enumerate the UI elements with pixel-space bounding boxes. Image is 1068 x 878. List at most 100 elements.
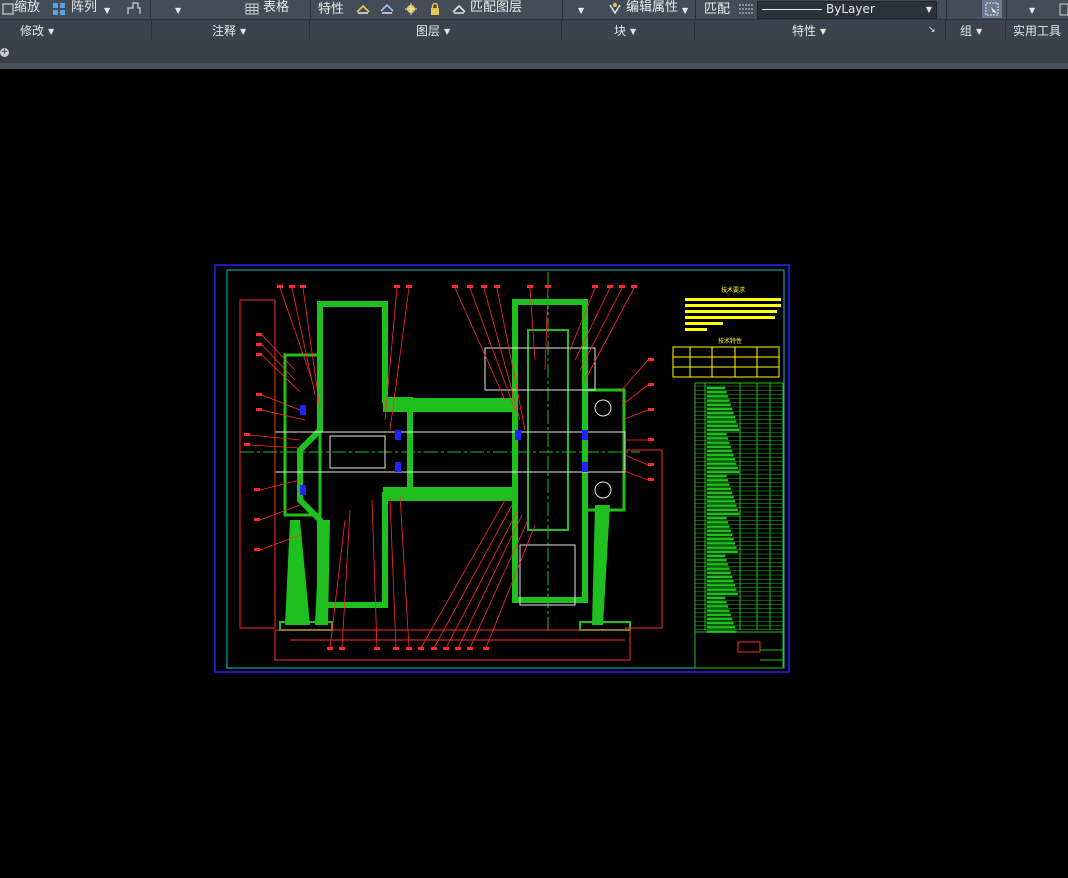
parts-row-text bbox=[706, 399, 730, 402]
annotate-dropdown-icon[interactable]: ▼ bbox=[175, 3, 181, 19]
layer-state-icon[interactable] bbox=[356, 1, 370, 15]
linetype-dropdown[interactable]: ByLayer ▼ bbox=[757, 1, 937, 19]
parts-row-text bbox=[706, 508, 738, 512]
parts-row-text bbox=[706, 571, 731, 575]
parts-row-text bbox=[706, 504, 737, 507]
parts-row-text bbox=[706, 533, 733, 537]
linetype-value: ByLayer bbox=[826, 2, 875, 16]
parts-row-text bbox=[706, 491, 733, 495]
parts-row-text bbox=[706, 600, 727, 604]
group-select-icon[interactable] bbox=[982, 0, 1002, 18]
linetype-icon bbox=[738, 1, 753, 15]
layer-isolate-icon[interactable] bbox=[380, 1, 394, 15]
parts-row-text bbox=[706, 500, 736, 503]
parts-row-text bbox=[706, 428, 740, 432]
offset-icon[interactable] bbox=[126, 1, 141, 15]
parts-row-text bbox=[706, 386, 726, 390]
parts-row-text bbox=[706, 512, 740, 516]
tech-requirements-title: 技术要求 bbox=[721, 286, 745, 294]
clipboard-icon[interactable] bbox=[1059, 1, 1068, 16]
parts-row-text bbox=[706, 474, 727, 478]
parts-row-text bbox=[706, 567, 730, 570]
assembly-section bbox=[279, 299, 631, 631]
parts-row-text bbox=[706, 550, 738, 554]
parts-row-text bbox=[706, 609, 730, 612]
properties-launcher-icon[interactable]: ↘ bbox=[928, 25, 936, 35]
parts-row-text bbox=[706, 453, 734, 457]
parts-row-text bbox=[706, 626, 736, 629]
panel-modify[interactable]: 修改 ▼ bbox=[20, 22, 54, 39]
table-icon[interactable] bbox=[245, 1, 259, 15]
parts-row-text bbox=[706, 458, 736, 461]
parts-row-text bbox=[706, 542, 736, 545]
layer-freeze-icon[interactable] bbox=[404, 1, 418, 15]
match-layer-button[interactable]: 匹配图层 bbox=[470, 0, 522, 16]
panel-properties[interactable]: 特性 ▼ bbox=[792, 22, 826, 39]
panel-block[interactable]: 块 ▼ bbox=[614, 22, 636, 39]
array-button[interactable]: 阵列 bbox=[71, 0, 97, 16]
parts-row-text bbox=[706, 621, 734, 625]
panel-annotate[interactable]: 注释 ▼ bbox=[212, 22, 246, 39]
parts-row-text bbox=[706, 395, 729, 398]
parts-row-text bbox=[706, 546, 737, 549]
parts-row-text bbox=[706, 558, 727, 562]
parts-row-text bbox=[706, 588, 737, 591]
parts-row-text bbox=[706, 424, 738, 428]
edit-attribute-icon[interactable] bbox=[608, 1, 622, 15]
parts-row-text bbox=[706, 437, 729, 440]
block-dropdown-icon[interactable]: ▼ bbox=[578, 3, 584, 19]
parts-row-text bbox=[706, 521, 729, 524]
chevron-down-icon: ▼ bbox=[925, 5, 932, 14]
layer-properties-button[interactable]: 特性 bbox=[318, 2, 344, 18]
edit-attribute-dropdown-icon[interactable]: ▼ bbox=[682, 3, 688, 19]
parts-row-text bbox=[706, 575, 733, 579]
parts-row-text bbox=[706, 470, 740, 474]
parts-row-text bbox=[706, 416, 736, 419]
array-dropdown-icon[interactable]: ▼ bbox=[104, 3, 110, 19]
ribbon: 缩放 阵列 ▼ ▼ 表格 特性 匹配图层 ▼ 编辑属性 ▼ 匹配 ByLayer… bbox=[0, 0, 1068, 41]
layer-lock-icon[interactable] bbox=[428, 1, 442, 15]
match-properties-button[interactable]: 匹配 bbox=[704, 2, 730, 18]
drawing-canvas[interactable]: 技术要求 技术特性 bbox=[0, 69, 1068, 878]
parts-row-text bbox=[706, 617, 733, 621]
cad-drawing: 技术要求 技术特性 bbox=[214, 264, 790, 673]
parts-row-text bbox=[706, 592, 738, 596]
parts-row-text bbox=[706, 441, 730, 444]
parts-row-text bbox=[706, 487, 731, 491]
parts-row-text bbox=[706, 529, 731, 533]
parts-row-text bbox=[706, 449, 733, 453]
parts-list-table bbox=[694, 382, 784, 669]
parts-row-text bbox=[706, 596, 726, 600]
ribbon-tools-row: 缩放 阵列 ▼ ▼ 表格 特性 匹配图层 ▼ 编辑属性 ▼ 匹配 ByLayer… bbox=[0, 0, 1068, 19]
table-button[interactable]: 表格 bbox=[263, 0, 289, 16]
array-icon[interactable] bbox=[52, 1, 66, 15]
panel-layers[interactable]: 图层 ▼ bbox=[416, 22, 450, 39]
parts-row-text bbox=[706, 613, 731, 617]
parts-row-text bbox=[706, 579, 734, 583]
parts-row-text bbox=[706, 495, 734, 499]
parts-row-text bbox=[706, 420, 737, 423]
parts-row-text bbox=[706, 554, 726, 558]
edit-attribute-button[interactable]: 编辑属性 bbox=[626, 0, 678, 16]
leader-lines bbox=[249, 287, 649, 649]
parts-row-text bbox=[706, 516, 727, 520]
parts-row-text bbox=[706, 466, 738, 470]
parts-row-text bbox=[706, 462, 737, 465]
utilities-dropdown-icon[interactable]: ▼ bbox=[1029, 3, 1035, 19]
parts-row-text bbox=[706, 432, 727, 436]
parts-row-text bbox=[706, 563, 729, 566]
tech-specs-title: 技术特性 bbox=[718, 337, 742, 345]
zoom-button[interactable]: 缩放 bbox=[14, 0, 40, 16]
panel-utilities[interactable]: 实用工具 bbox=[1013, 22, 1061, 39]
new-tab-button[interactable]: + bbox=[0, 48, 9, 57]
parts-row-text bbox=[706, 584, 736, 587]
parts-row-text bbox=[706, 537, 734, 541]
match-layer-icon[interactable] bbox=[452, 1, 466, 15]
parts-row-text bbox=[706, 411, 734, 415]
parts-row-text bbox=[706, 445, 731, 449]
panel-group[interactable]: 组 ▼ bbox=[960, 22, 982, 39]
linetype-sample bbox=[762, 9, 822, 10]
bearings bbox=[300, 399, 612, 499]
parts-row-text bbox=[706, 390, 727, 394]
parts-row-text bbox=[706, 403, 731, 407]
